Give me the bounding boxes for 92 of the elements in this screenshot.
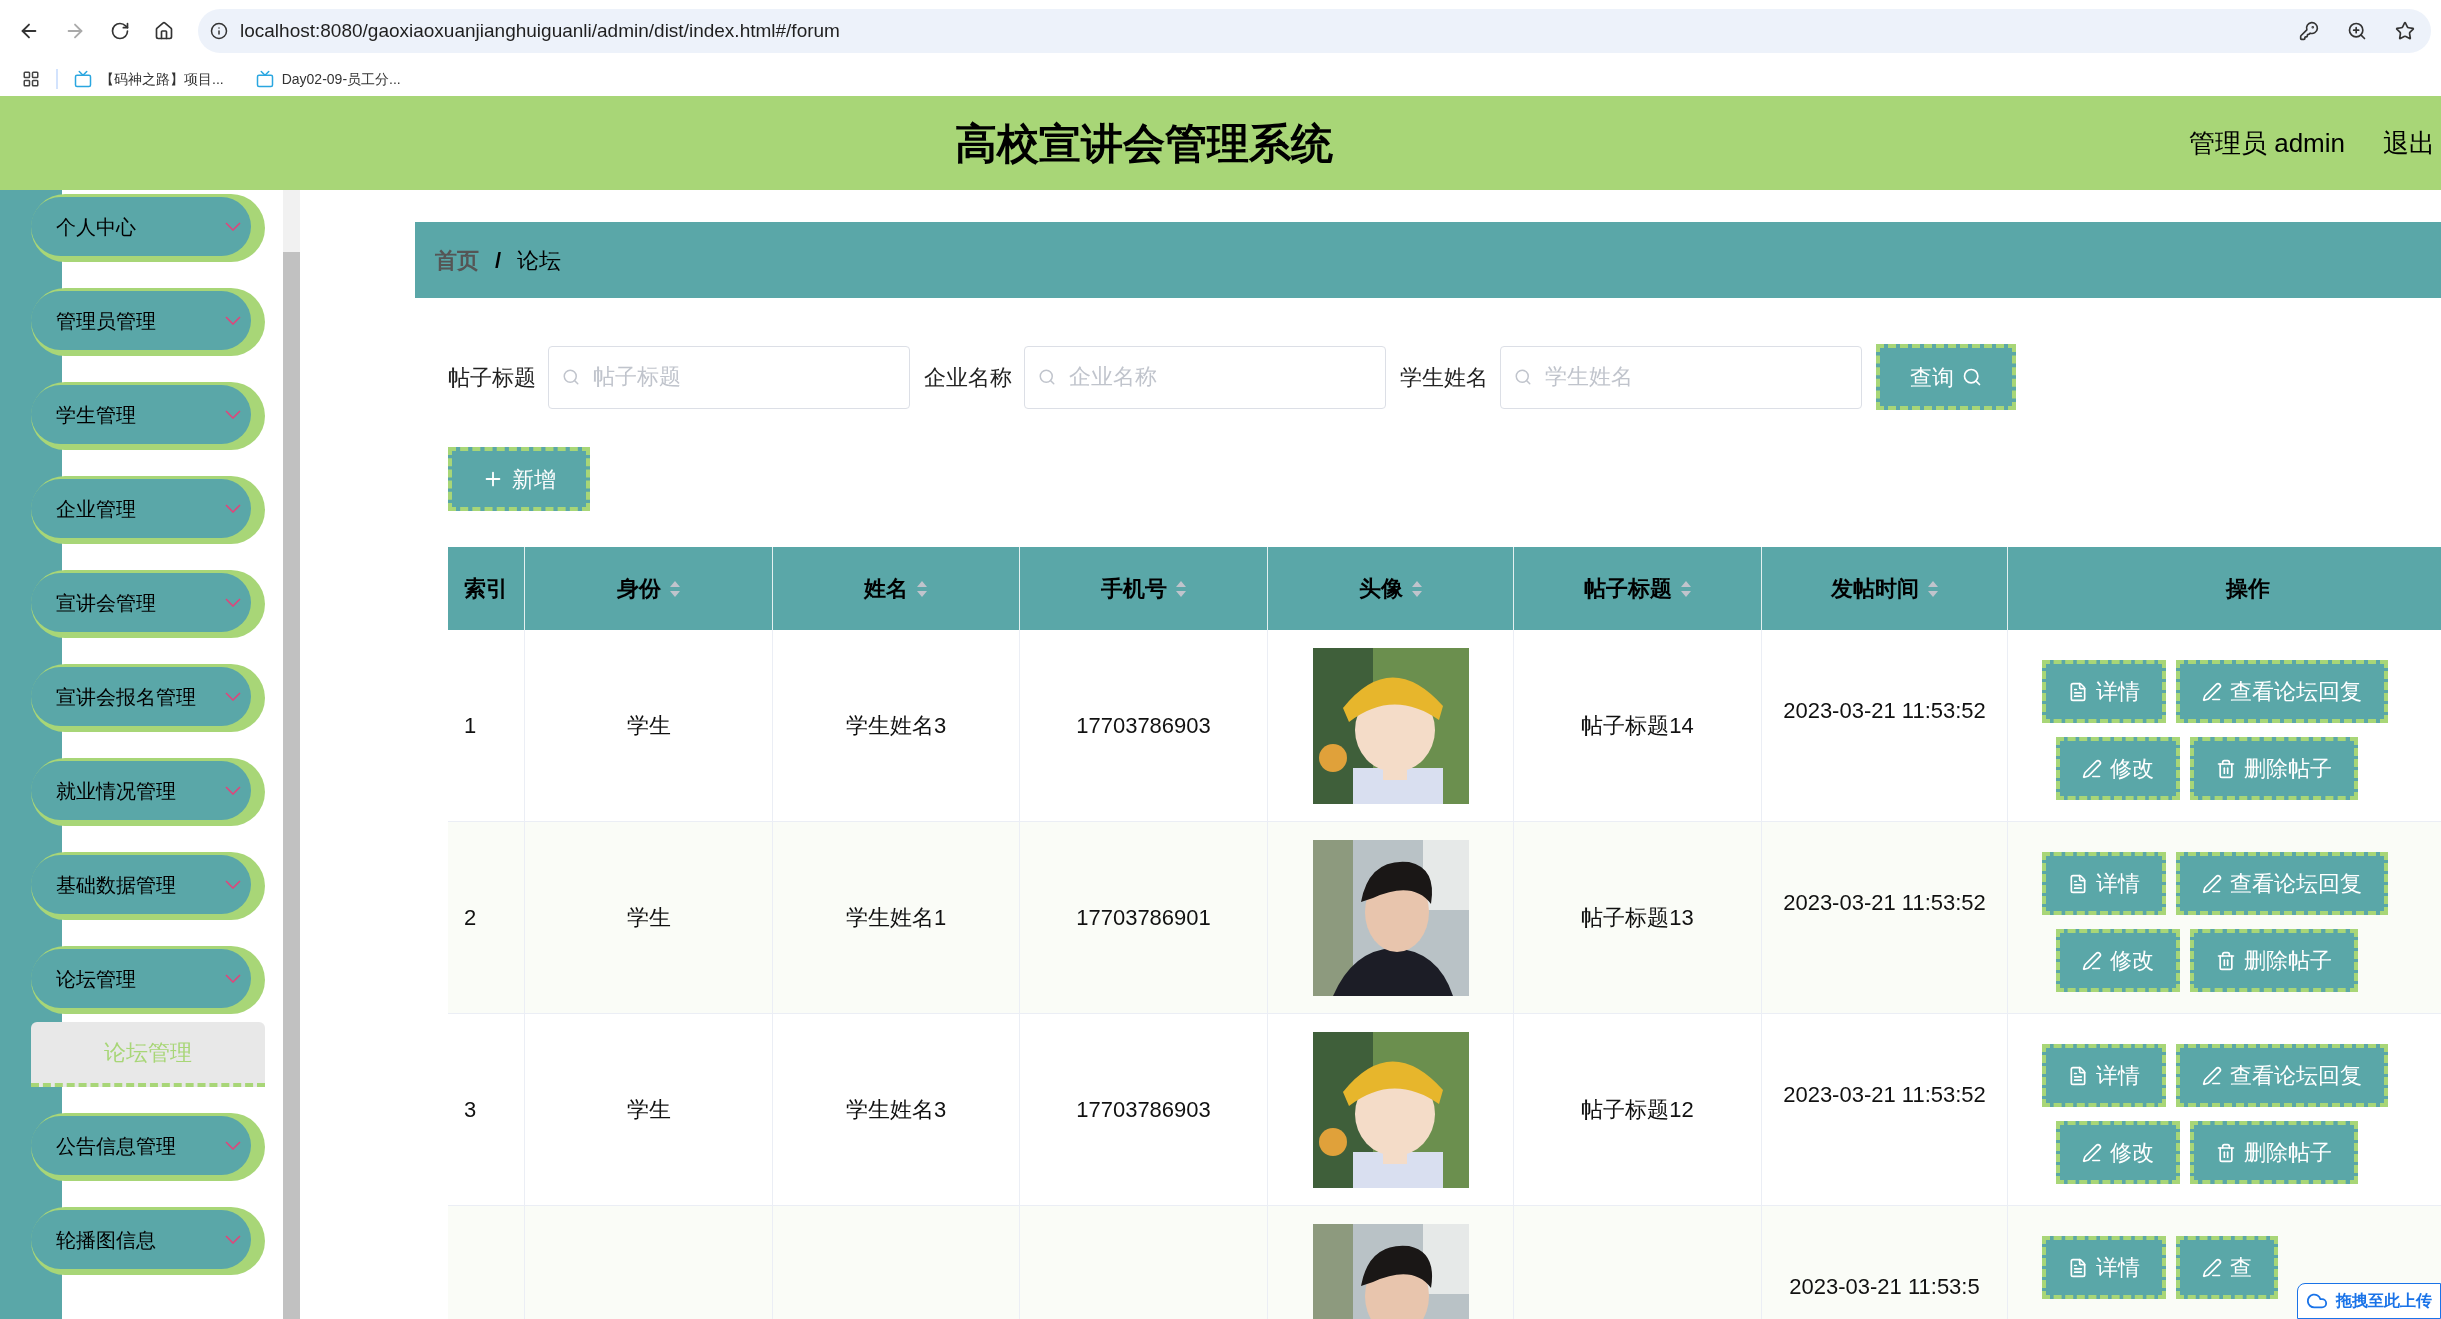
column-header[interactable]: 发帖时间 (1830, 572, 1939, 605)
info-icon[interactable] (210, 22, 228, 40)
column-header[interactable]: 帖子标题 (1583, 572, 1692, 605)
field-label: 学生姓名 (1400, 363, 1488, 392)
tv-icon (74, 70, 92, 88)
table-cell-text: 17703786903 (1076, 712, 1211, 740)
pen-icon (2202, 873, 2222, 894)
chevron-icon (225, 504, 241, 513)
search-icon (1514, 367, 1532, 386)
key-icon[interactable] (2299, 21, 2319, 41)
document-icon (2068, 681, 2088, 702)
sidebar-item[interactable]: 论坛管理 (31, 946, 265, 1014)
table-cell-text: 学生 (626, 1096, 671, 1124)
sidebar-item[interactable]: 就业情况管理 (31, 758, 265, 826)
table-cell-text: 2023-03-21 11:53:52 (1783, 697, 1986, 725)
sidebar-item[interactable]: 宣讲会报名管理 (31, 664, 265, 732)
tv-icon (255, 70, 274, 88)
pen-icon (2202, 1257, 2222, 1278)
table-cell-text: 学生 (626, 904, 671, 932)
pen-icon (2082, 950, 2102, 971)
document-icon (2068, 873, 2088, 894)
chevron-icon (225, 880, 241, 889)
chevron-icon (225, 1141, 241, 1150)
column-header: 索引 (464, 575, 508, 603)
breadcrumb-item: 论坛 (517, 246, 562, 275)
chevron-icon (225, 410, 241, 419)
search-field[interactable]: 学生姓名 (1500, 345, 1862, 409)
bookmark-item[interactable]: 【码神之路】项目... (74, 68, 224, 90)
bookmark-star-icon[interactable] (2395, 21, 2415, 41)
table-cell-text: 17703786903 (1076, 1096, 1211, 1124)
search-field[interactable]: 帖子标题 (548, 345, 910, 409)
chevron-icon (225, 692, 241, 701)
user-label: 管理员 admin (2188, 126, 2345, 160)
table-cell-text: 帖子标题14 (1581, 712, 1694, 740)
column-header: 操作 (2225, 575, 2270, 603)
table-cell-text: 学生姓名3 (845, 712, 947, 740)
search-field[interactable]: 企业名称 (1024, 345, 1386, 409)
table-cell-text: 3 (464, 1096, 477, 1124)
system-title: 高校宣讲会管理系统 (955, 118, 1334, 169)
table-cell-text: 17703786901 (1076, 904, 1211, 932)
sidebar-item[interactable]: 企业管理 (31, 476, 265, 544)
chevron-icon (225, 598, 241, 607)
search-icon (1038, 367, 1056, 386)
home-icon[interactable] (154, 21, 174, 41)
chevron-icon (225, 222, 241, 231)
sidebar-item[interactable]: 基础数据管理 (31, 852, 265, 920)
sidebar-item[interactable]: 个人中心 (31, 194, 265, 262)
pen-icon (2202, 681, 2222, 702)
sidebar-item[interactable]: 公告信息管理 (31, 1113, 265, 1181)
table-cell-text: 2023-03-21 11:53:52 (1783, 1081, 1986, 1109)
table-cell-text: 帖子标题12 (1581, 1096, 1694, 1124)
pen-icon (2082, 758, 2102, 779)
search-icon (1962, 367, 1982, 387)
column-header[interactable]: 手机号 (1100, 572, 1187, 605)
field-label: 企业名称 (924, 363, 1012, 392)
sidebar-item[interactable]: 轮播图信息 (31, 1207, 265, 1275)
table-cell-text: 2 (464, 904, 477, 932)
document-icon (2068, 1065, 2088, 1086)
table-cell-text: 1 (464, 712, 477, 740)
document-icon (2068, 1257, 2088, 1278)
table-cell-text: 帖子标题13 (1581, 904, 1694, 932)
column-header[interactable]: 头像 (1358, 572, 1423, 605)
column-header[interactable]: 身份 (616, 572, 681, 605)
sidebar-item[interactable]: 宣讲会管理 (31, 570, 265, 638)
chevron-icon (225, 316, 241, 325)
breadcrumb-separator: / (494, 246, 503, 275)
bookmark-item[interactable]: Day02-09-员工分... (255, 68, 401, 90)
pen-icon (2082, 1142, 2102, 1163)
scrollbar-thumb[interactable] (283, 252, 300, 1319)
logout-link[interactable]: 退出 (2383, 123, 2435, 163)
column-header[interactable]: 姓名 (864, 572, 928, 605)
table-cell-text: 学生 (626, 712, 671, 740)
apps-icon[interactable] (22, 70, 40, 88)
trash-icon (2216, 1142, 2236, 1163)
reload-icon[interactable] (110, 21, 130, 41)
sidebar-item[interactable]: 学生管理 (31, 382, 265, 450)
chevron-icon (225, 1235, 241, 1244)
sidebar-item[interactable]: 管理员管理 (31, 288, 265, 356)
pen-icon (2202, 1065, 2222, 1086)
table-cell-text: 学生姓名1 (845, 904, 947, 932)
chevron-icon (225, 786, 241, 795)
table-cell-text: 学生姓名3 (845, 1096, 947, 1124)
trash-icon (2216, 758, 2236, 779)
field-label: 帖子标题 (448, 363, 536, 392)
address-bar[interactable]: localhost:8080/gaoxiaoxuanjianghuiguanli/admin/dist/index.html#/forum (198, 9, 2431, 53)
table-cell-text: 2023-03-21 11:53:5 (1789, 1273, 1980, 1301)
chevron-icon (225, 974, 241, 983)
zoom-icon[interactable] (2347, 21, 2367, 41)
table-cell-text: 2023-03-21 11:53:52 (1783, 889, 1986, 917)
search-icon (562, 367, 580, 386)
trash-icon (2216, 950, 2236, 971)
upload-badge[interactable]: 拖拽至此上传 (2297, 1283, 2441, 1319)
